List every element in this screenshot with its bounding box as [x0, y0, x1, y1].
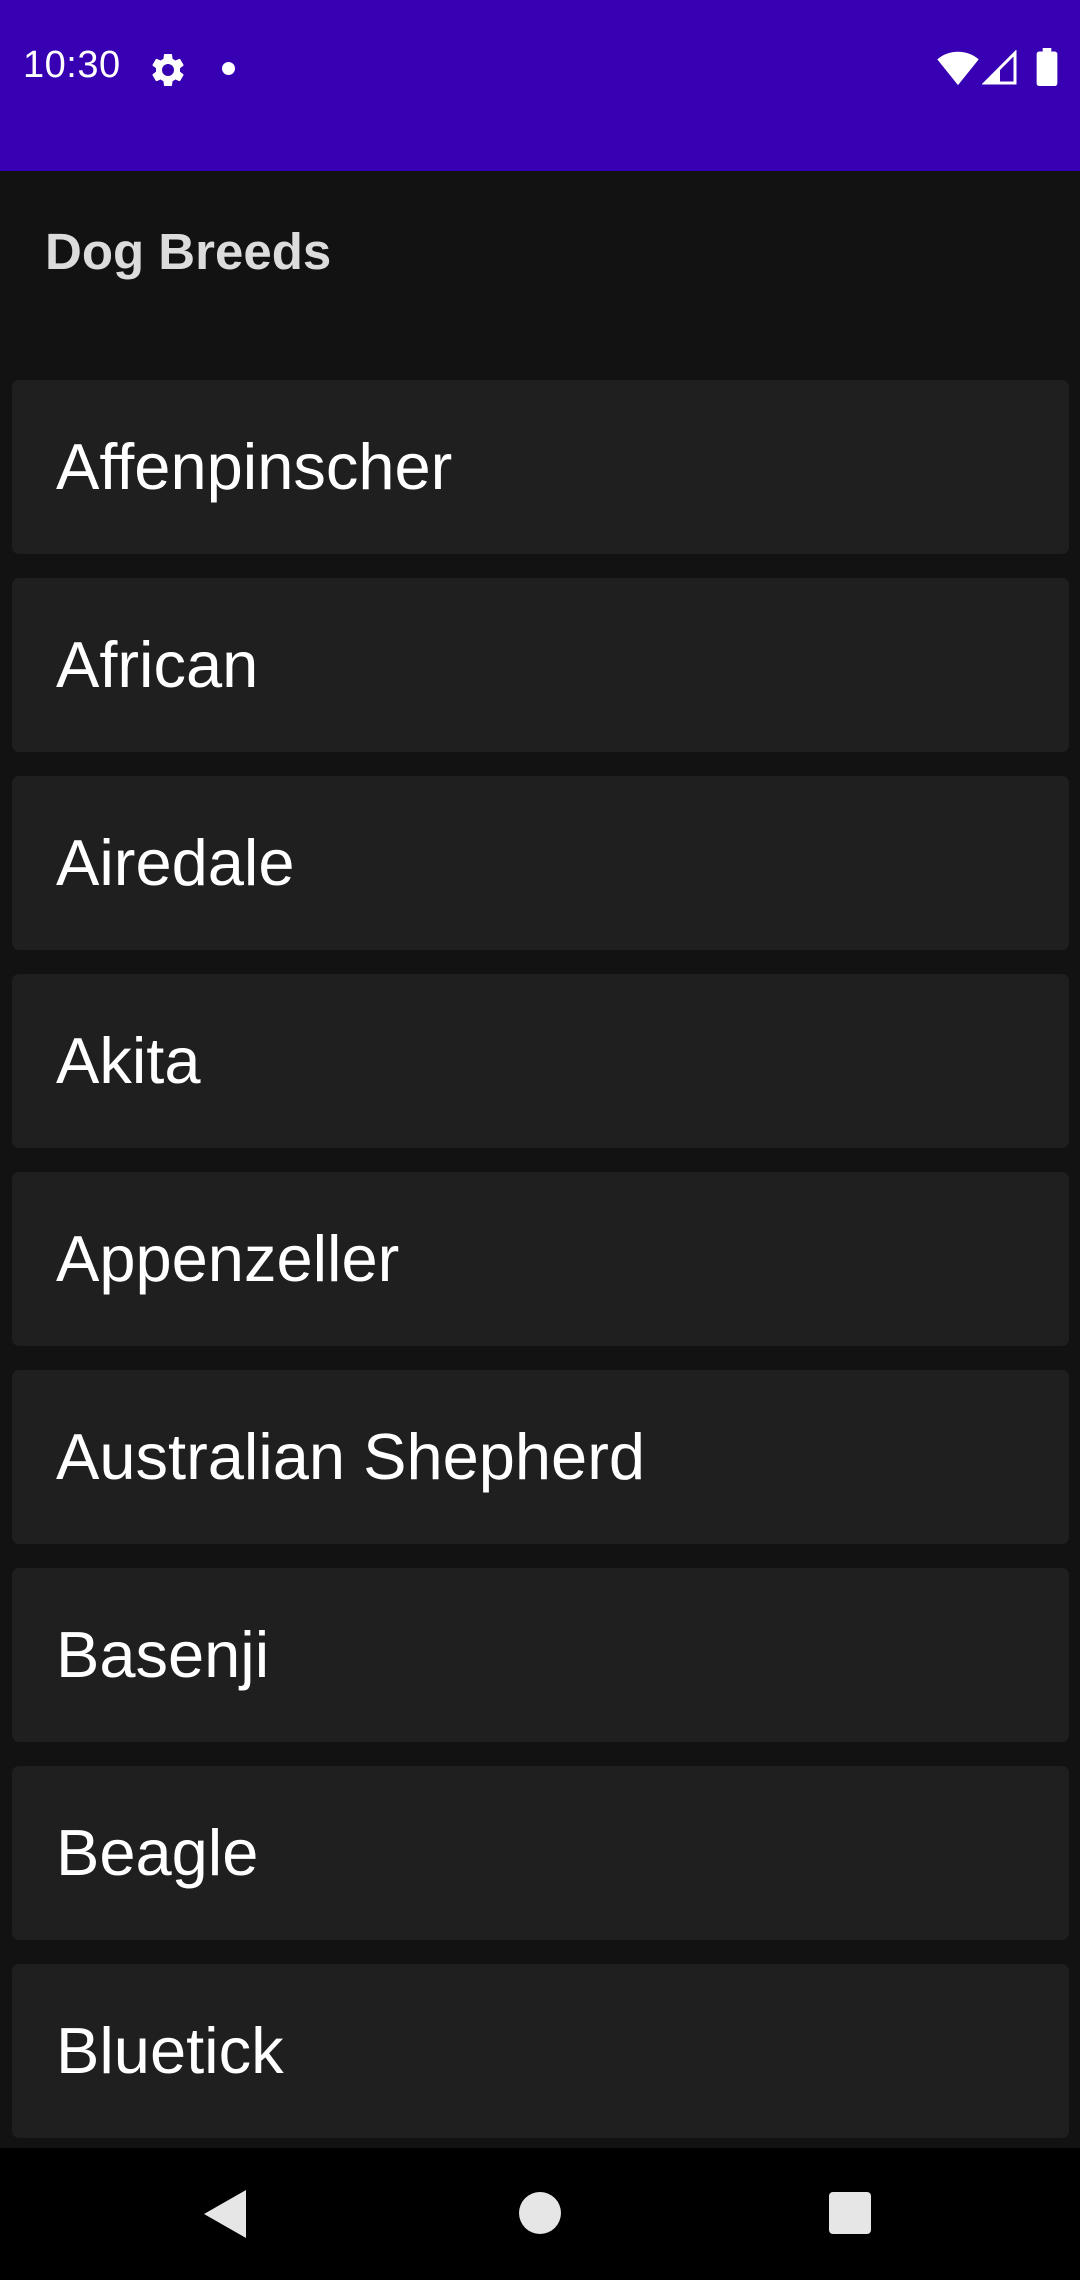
list-item-label: African	[56, 628, 259, 701]
home-icon[interactable]	[519, 2192, 561, 2234]
status-time: 10:30	[23, 44, 121, 86]
list-item-label: Australian Shepherd	[56, 1420, 645, 1493]
list-item-label: Affenpinscher	[56, 430, 453, 503]
list-item-label: Airedale	[56, 826, 295, 899]
list-item-beagle[interactable]: Beagle	[12, 1766, 1069, 1940]
gear-icon	[152, 53, 184, 86]
list-item-label: Appenzeller	[56, 1222, 400, 1295]
wifi-icon	[937, 51, 979, 86]
list-item-bluetick[interactable]: Bluetick	[12, 1964, 1069, 2138]
list-item-australian-shepherd[interactable]: Australian Shepherd	[12, 1370, 1069, 1544]
recents-icon[interactable]	[829, 2192, 871, 2234]
list-item-appenzeller[interactable]: Appenzeller	[12, 1172, 1069, 1346]
battery-icon	[1036, 48, 1058, 86]
navigation-bar	[0, 2148, 1080, 2280]
list-item-label: Bluetick	[56, 2014, 284, 2087]
back-icon[interactable]	[202, 2188, 250, 2240]
list-item-african[interactable]: African	[12, 578, 1069, 752]
page-title: Dog Breeds	[45, 223, 332, 280]
status-bar: 10:30	[0, 0, 1080, 171]
screen: 10:30 Dog Breeds Affenpinscher African A…	[0, 0, 1080, 2280]
notification-dot-icon	[222, 62, 235, 75]
list-item-airedale[interactable]: Airedale	[12, 776, 1069, 950]
breed-list[interactable]: Affenpinscher African Airedale Akita App…	[0, 380, 1080, 2148]
signal-icon	[982, 50, 1017, 85]
list-item-basenji[interactable]: Basenji	[12, 1568, 1069, 1742]
list-item-label: Beagle	[56, 1816, 259, 1889]
list-item-label: Akita	[56, 1024, 201, 1097]
list-item-affenpinscher[interactable]: Affenpinscher	[12, 380, 1069, 554]
list-item-label: Basenji	[56, 1618, 270, 1691]
list-item-akita[interactable]: Akita	[12, 974, 1069, 1148]
